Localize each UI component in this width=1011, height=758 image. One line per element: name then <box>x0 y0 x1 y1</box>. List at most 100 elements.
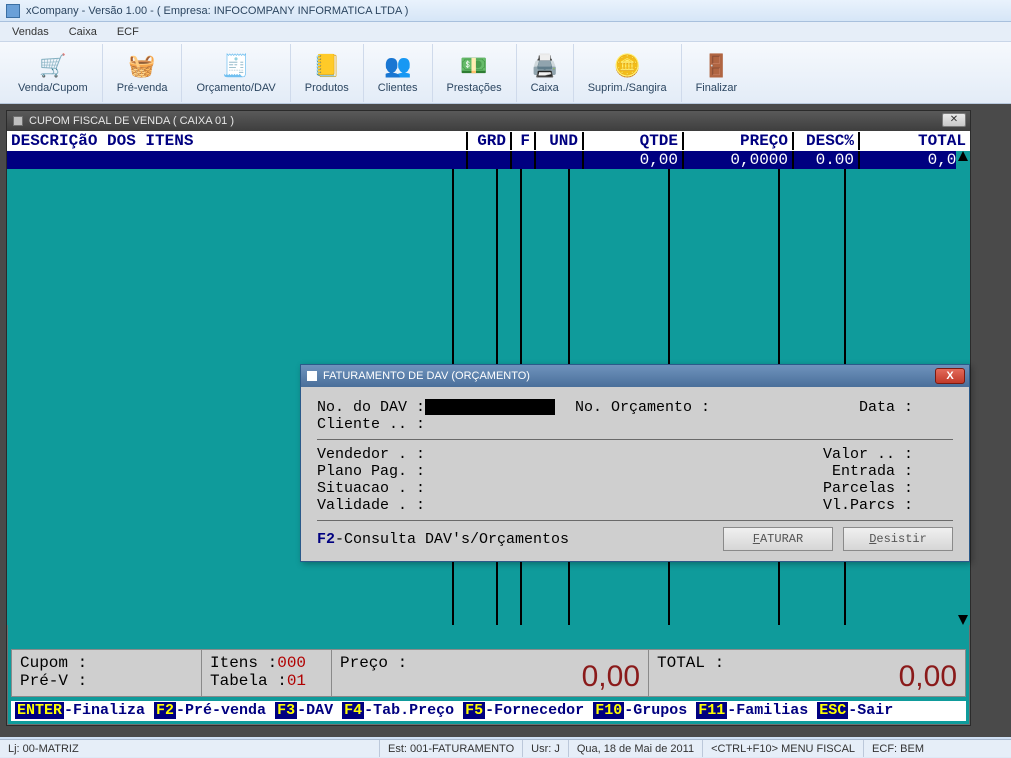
valor-label: Valor .. : <box>823 446 913 463</box>
total-label: TOTAL : <box>657 654 724 672</box>
tool-clientes[interactable]: 👥 Clientes <box>364 44 433 102</box>
status-hint: <CTRL+F10> MENU FISCAL <box>703 740 864 757</box>
status-est: Est: 001-FATURAMENTO <box>380 740 523 757</box>
tool-pre-venda[interactable]: 🧺 Pré-venda <box>103 44 183 102</box>
col-total: TOTAL <box>860 132 970 150</box>
titlebar: xCompany - Versão 1.00 - ( Empresa: INFO… <box>0 0 1011 22</box>
no-orcamento-label: No. Orçamento : <box>575 399 710 416</box>
status-lj: Lj: 00-MATRIZ <box>0 740 380 757</box>
no-dav-label: No. do DAV : <box>317 399 425 416</box>
toolbar: 🛒 Venda/Cupom 🧺 Pré-venda 🧾 Orçamento/DA… <box>0 42 1011 104</box>
status-date: Qua, 18 de Mai de 2011 <box>569 740 703 757</box>
fkey-bar: ENTER-Finaliza F2-Pré-venda F3-DAV F4-Ta… <box>11 701 966 721</box>
preco-label: Preço : <box>340 654 407 672</box>
hint-key: F2 <box>317 531 335 548</box>
tool-venda-cupom[interactable]: 🛒 Venda/Cupom <box>4 44 103 102</box>
vlparcs-label: Vl.Parcs : <box>823 497 913 514</box>
people-icon: 👥 <box>384 52 412 80</box>
window-icon <box>13 116 23 126</box>
cell-f <box>512 151 536 169</box>
cell-desc <box>7 151 468 169</box>
itens-value: 000 <box>277 654 306 672</box>
fkey-f4[interactable]: F4 <box>342 702 364 719</box>
entrada-label: Entrada : <box>832 463 913 480</box>
tool-suprim-sangria[interactable]: 🪙 Suprim./Sangira <box>574 44 682 102</box>
close-icon[interactable]: ✕ <box>942 113 966 127</box>
col-desc-pct: DESC% <box>794 132 860 150</box>
dialog-hint: F2-Consulta DAV's/Orçamentos <box>317 531 569 548</box>
dialog-title-text: FATURAMENTO DE DAV (ORÇAMENTO) <box>323 370 530 382</box>
cell-desc-pct: 0.00 <box>794 151 860 169</box>
desistir-button[interactable]: Desistir <box>843 527 953 551</box>
menu-vendas[interactable]: Vendas <box>4 24 57 40</box>
cupom-label: Cupom : <box>20 654 87 672</box>
tool-prestacoes[interactable]: 💵 Prestações <box>433 44 517 102</box>
situacao-label: Situacao . : <box>317 480 425 497</box>
register-icon: 🖨️ <box>531 52 559 80</box>
menubar: Vendas Caixa ECF <box>0 22 1011 42</box>
data-label: Data : <box>859 399 913 416</box>
grid-header: DESCRIÇãO DOS ITENS GRD F UND QTDE PREÇO… <box>7 131 970 151</box>
preco-value: 0,00 <box>582 660 640 694</box>
exit-icon: 🚪 <box>702 52 730 80</box>
btn-label: ATURAR <box>760 532 803 546</box>
tool-label: Venda/Cupom <box>18 82 88 94</box>
tool-label: Clientes <box>378 82 418 94</box>
dialog-faturamento-dav: FATURAMENTO DE DAV (ORÇAMENTO) X No. do … <box>300 364 970 562</box>
cell-grd <box>468 151 512 169</box>
notebook-icon: 📒 <box>313 52 341 80</box>
coins-icon: 🪙 <box>613 52 641 80</box>
tool-label: Finalizar <box>696 82 738 94</box>
faturar-button[interactable]: FATURAR <box>723 527 833 551</box>
cell-preco: 0,0000 <box>684 151 794 169</box>
cliente-label: Cliente .. : <box>317 416 425 433</box>
fkey-f2[interactable]: F2 <box>154 702 176 719</box>
fkey-esc[interactable]: ESC <box>817 702 848 719</box>
tool-label: Pré-venda <box>117 82 168 94</box>
cell-und <box>536 151 584 169</box>
cell-total: 0,00 <box>860 151 970 169</box>
plano-pag-label: Plano Pag. : <box>317 463 425 480</box>
tool-caixa[interactable]: 🖨️ Caixa <box>517 44 574 102</box>
col-qtde: QTDE <box>584 132 684 150</box>
app-icon <box>6 4 20 18</box>
grid-row-selected[interactable]: 0,00 0,0000 0.00 0,00 <box>7 151 970 169</box>
tool-label: Prestações <box>447 82 502 94</box>
tool-finalizar[interactable]: 🚪 Finalizar <box>682 44 752 102</box>
menu-ecf[interactable]: ECF <box>109 24 147 40</box>
status-ecf: ECF: BEM <box>864 740 932 757</box>
fkey-f10[interactable]: F10 <box>593 702 624 719</box>
tabela-label: Tabela : <box>210 672 287 690</box>
validade-label: Validade . : <box>317 497 425 514</box>
tool-label: Suprim./Sangira <box>588 82 667 94</box>
title-text: xCompany - Versão 1.00 - ( Empresa: INFO… <box>26 5 408 17</box>
dialog-titlebar[interactable]: FATURAMENTO DE DAV (ORÇAMENTO) X <box>301 365 969 387</box>
fiscal-window-title[interactable]: CUPOM FISCAL DE VENDA ( CAIXA 01 ) ✕ <box>7 111 970 131</box>
status-usr: Usr: J <box>523 740 569 757</box>
total-value: 0,00 <box>899 660 957 694</box>
cell-qtde: 0,00 <box>584 151 684 169</box>
col-f: F <box>512 132 536 150</box>
col-descricao: DESCRIÇãO DOS ITENS <box>7 132 468 150</box>
tool-orcamento-dav[interactable]: 🧾 Orçamento/DAV <box>182 44 290 102</box>
dialog-body: No. do DAV : No. Orçamento : Data : Clie… <box>301 387 969 561</box>
no-dav-input[interactable] <box>425 399 555 415</box>
tabela-value: 01 <box>287 672 306 690</box>
tool-label: Orçamento/DAV <box>196 82 275 94</box>
col-grd: GRD <box>468 132 512 150</box>
tool-label: Produtos <box>305 82 349 94</box>
fkey-f5[interactable]: F5 <box>463 702 485 719</box>
fkey-f11[interactable]: F11 <box>696 702 727 719</box>
col-preco: PREÇO <box>684 132 794 150</box>
btn-label: esistir <box>876 532 926 546</box>
vendedor-label: Vendedor . : <box>317 446 425 463</box>
summary-panel: Cupom : Pré-V : Itens :000 Tabela :01 Pr… <box>11 649 966 697</box>
tool-label: Caixa <box>531 82 559 94</box>
fkey-f3[interactable]: F3 <box>275 702 297 719</box>
tool-produtos[interactable]: 📒 Produtos <box>291 44 364 102</box>
itens-label: Itens : <box>210 654 277 672</box>
hint-text: -Consulta DAV's/Orçamentos <box>335 531 569 548</box>
fkey-enter[interactable]: ENTER <box>15 702 64 719</box>
menu-caixa[interactable]: Caixa <box>61 24 105 40</box>
close-icon[interactable]: X <box>935 368 965 384</box>
